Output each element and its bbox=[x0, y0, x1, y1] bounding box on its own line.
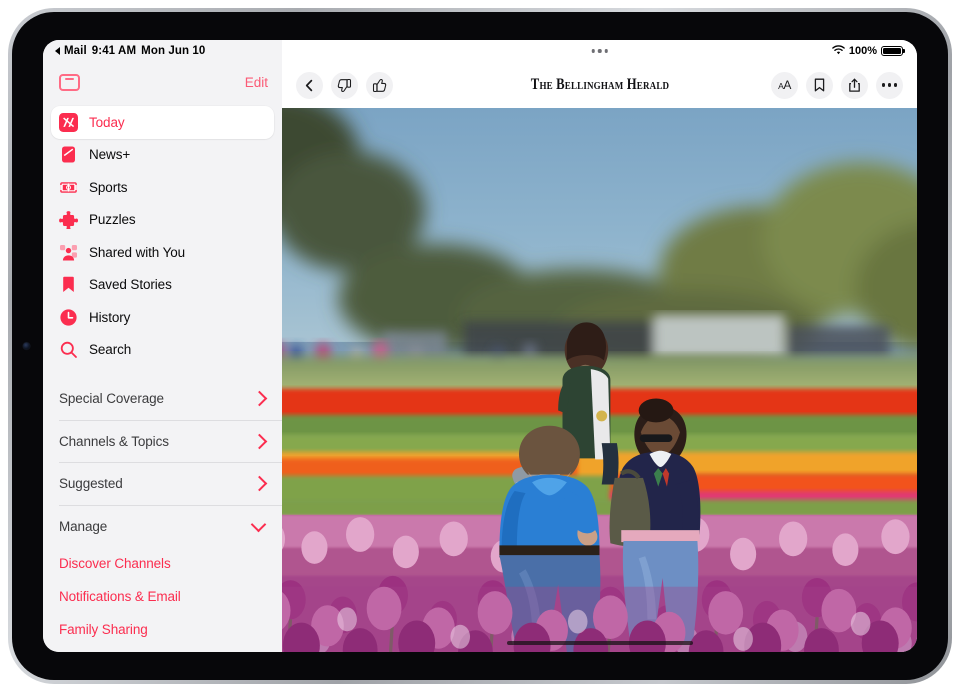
hero-photo[interactable] bbox=[282, 108, 917, 652]
section-label: Manage bbox=[59, 519, 107, 534]
sidebar-toggle-icon[interactable] bbox=[59, 74, 80, 91]
apple-news-icon bbox=[59, 113, 78, 132]
status-bar-left: Mail 9:41 AM Mon Jun 10 bbox=[43, 40, 282, 62]
more-button[interactable] bbox=[876, 72, 903, 99]
share-icon bbox=[848, 78, 861, 93]
sidebar-section-channels-topics[interactable]: Channels & Topics bbox=[43, 421, 282, 463]
bookmark-icon bbox=[813, 78, 826, 92]
sidebar-item-today[interactable]: Today bbox=[51, 106, 274, 139]
sidebar-item-search[interactable]: Search bbox=[51, 334, 274, 367]
status-time: 9:41 AM bbox=[92, 45, 136, 57]
section-label: Channels & Topics bbox=[59, 434, 169, 449]
chevron-right-icon bbox=[252, 391, 268, 407]
sidebar-item-sports[interactable]: Sports bbox=[51, 171, 274, 204]
chevron-down-icon bbox=[251, 517, 267, 533]
back-to-app-label[interactable]: Mail bbox=[64, 45, 87, 57]
home-indicator[interactable] bbox=[507, 641, 693, 646]
search-icon bbox=[59, 340, 78, 359]
wifi-icon bbox=[832, 45, 845, 58]
sidebar-item-label: Search bbox=[89, 342, 131, 357]
sidebar-item-saved-stories[interactable]: Saved Stories bbox=[51, 269, 274, 302]
sidebar-nav-list: Today News+ bbox=[43, 102, 282, 366]
battery-icon bbox=[881, 46, 903, 57]
chevron-right-icon bbox=[252, 476, 268, 492]
ipad-device-frame: Mail 9:41 AM Mon Jun 10 Edit bbox=[8, 8, 952, 684]
sidebar-item-history[interactable]: History bbox=[51, 301, 274, 334]
sidebar-link-notifications-email[interactable]: Notifications & Email bbox=[43, 580, 282, 613]
sidebar-header: Edit bbox=[43, 62, 282, 102]
publisher-masthead: The Bellingham Herald bbox=[530, 76, 668, 94]
sidebar-link-family-sharing[interactable]: Family Sharing bbox=[43, 613, 282, 646]
tulip-field-photograph bbox=[282, 108, 917, 652]
sidebar-item-label: Sports bbox=[89, 180, 127, 195]
article-toolbar: The Bellingham Herald AA bbox=[282, 62, 917, 108]
chevron-right-icon bbox=[252, 433, 268, 449]
multitask-handle-icon[interactable] bbox=[591, 49, 608, 53]
photo-illustration bbox=[282, 108, 917, 652]
clock-icon bbox=[59, 308, 78, 327]
device-bezel: Mail 9:41 AM Mon Jun 10 Edit bbox=[12, 12, 948, 680]
chevron-left-icon bbox=[303, 79, 316, 92]
back-button[interactable] bbox=[296, 72, 323, 99]
puzzle-piece-icon bbox=[59, 210, 78, 229]
dislike-button[interactable] bbox=[331, 72, 358, 99]
shared-with-you-icon bbox=[59, 243, 78, 262]
thumbs-down-icon bbox=[337, 78, 352, 93]
sports-field-icon bbox=[59, 178, 78, 197]
sidebar-item-label: Puzzles bbox=[89, 212, 136, 227]
sidebar-item-label: Today bbox=[89, 115, 125, 130]
sidebar-item-label: Saved Stories bbox=[89, 277, 172, 292]
sidebar-link-discover-channels[interactable]: Discover Channels bbox=[43, 547, 282, 580]
status-bar-right: 100% bbox=[282, 40, 917, 62]
sidebar-item-label: Shared with You bbox=[89, 245, 185, 260]
news-plus-icon bbox=[59, 145, 78, 164]
text-size-button[interactable]: AA bbox=[771, 72, 798, 99]
save-story-button[interactable] bbox=[806, 72, 833, 99]
bookmark-icon bbox=[59, 275, 78, 294]
status-indicators: 100% bbox=[832, 45, 903, 58]
sidebar-section-special-coverage[interactable]: Special Coverage bbox=[43, 378, 282, 420]
toolbar-right-group: AA bbox=[771, 72, 903, 99]
back-to-app-triangle-icon[interactable] bbox=[55, 47, 60, 55]
front-camera-icon bbox=[23, 343, 30, 350]
sidebar-section-manage[interactable]: Manage bbox=[43, 506, 282, 548]
sidebar-sections: Special Coverage Channels & Topics Sugge… bbox=[43, 366, 282, 646]
sidebar-item-label: News+ bbox=[89, 147, 130, 162]
news-sidebar: Mail 9:41 AM Mon Jun 10 Edit bbox=[43, 40, 282, 652]
sidebar-section-suggested[interactable]: Suggested bbox=[43, 463, 282, 505]
battery-percent-label: 100% bbox=[849, 45, 877, 57]
sidebar-item-puzzles[interactable]: Puzzles bbox=[51, 204, 274, 237]
aa-text-size-icon: AA bbox=[778, 78, 791, 92]
sidebar-item-label: History bbox=[89, 310, 130, 325]
ellipsis-icon bbox=[882, 83, 897, 86]
sidebar-item-shared-with-you[interactable]: Shared with You bbox=[51, 236, 274, 269]
section-label: Suggested bbox=[59, 476, 123, 491]
article-pane: 100% bbox=[282, 40, 917, 652]
toolbar-left-group bbox=[296, 72, 393, 99]
share-button[interactable] bbox=[841, 72, 868, 99]
sidebar-item-news-plus[interactable]: News+ bbox=[51, 139, 274, 172]
edit-button[interactable]: Edit bbox=[245, 75, 268, 90]
like-button[interactable] bbox=[366, 72, 393, 99]
status-date: Mon Jun 10 bbox=[141, 45, 205, 57]
ipad-screen: Mail 9:41 AM Mon Jun 10 Edit bbox=[43, 40, 917, 652]
thumbs-up-icon bbox=[372, 78, 387, 93]
section-label: Special Coverage bbox=[59, 391, 164, 406]
